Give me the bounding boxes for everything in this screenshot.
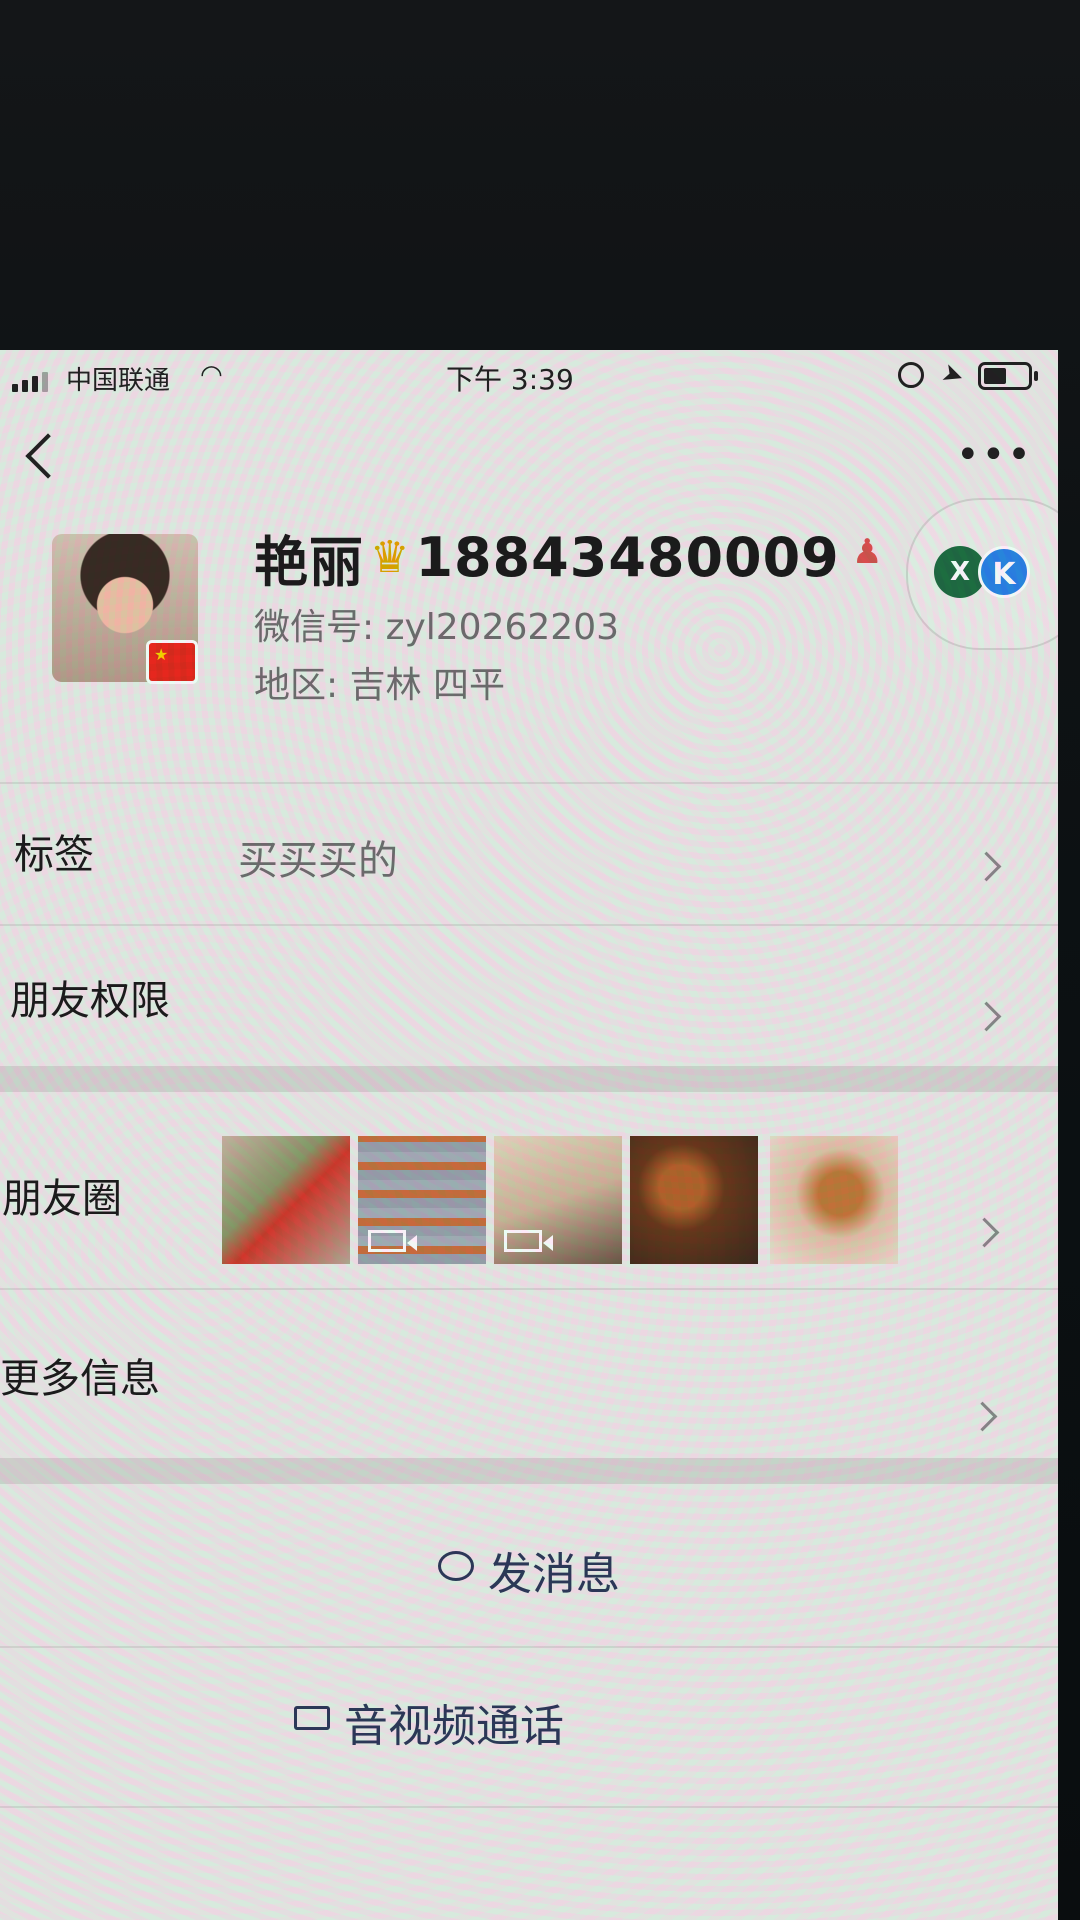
- china-flag-icon: ★: [146, 640, 198, 684]
- carrier-name: 中国联通: [66, 366, 171, 396]
- region: 地区: 吉林 四平: [254, 665, 506, 706]
- video-camera-icon: [504, 1230, 553, 1252]
- send-message-label: 发消息: [488, 1549, 620, 1600]
- profile-phone: 18843480009: [415, 526, 840, 589]
- divider: [0, 1646, 1058, 1648]
- moments-label: 朋友圈: [2, 1176, 122, 1222]
- person-icon: ♟: [852, 532, 883, 572]
- moments-thumb[interactable]: [358, 1136, 486, 1264]
- back-arrow-icon[interactable]: [25, 433, 71, 479]
- video-call-label: 音视频通话: [344, 1701, 564, 1752]
- wifi-icon: ◠: [200, 360, 223, 390]
- location-icon: ➤: [937, 357, 969, 393]
- divider: [0, 1806, 1058, 1808]
- video-camera-icon: [294, 1706, 330, 1730]
- chevron-right-icon: [971, 1001, 1002, 1032]
- video-call-button[interactable]: 音视频通话: [0, 1690, 958, 1754]
- divider: [0, 924, 1058, 926]
- wechat-id: 微信号: zyl20262203: [254, 607, 620, 648]
- section-gap: [0, 1066, 1058, 1092]
- tags-value: 买买买的: [238, 838, 398, 884]
- chevron-right-icon: [967, 1401, 998, 1432]
- send-message-button[interactable]: 发消息: [0, 1538, 1058, 1602]
- more-dots-icon[interactable]: •••: [956, 432, 1033, 478]
- permissions-label: 朋友权限: [10, 978, 170, 1024]
- profile-name: 艳丽: [254, 531, 364, 594]
- moments-thumb[interactable]: [494, 1136, 622, 1264]
- signal-icon: [12, 372, 48, 392]
- divider: [0, 1288, 1058, 1290]
- k-badge-icon[interactable]: K: [978, 546, 1030, 598]
- chat-bubble-icon: [438, 1551, 474, 1581]
- moments-thumb[interactable]: [222, 1136, 350, 1264]
- status-bar: 中国联通 ◠ 下午 3:39 ➤: [0, 350, 1058, 406]
- divider: [0, 782, 1058, 784]
- section-gap: [0, 1458, 1058, 1484]
- profile-name-row: 艳丽 ♛ 18843480009: [254, 518, 840, 597]
- rotation-lock-icon: [898, 362, 924, 388]
- chevron-right-icon: [971, 851, 1002, 882]
- video-camera-icon: [368, 1230, 417, 1252]
- contact-profile-screen: 中国联通 ◠ 下午 3:39 ➤ ••• ★ 艳丽 ♛ 18843480009 …: [0, 350, 1058, 1920]
- tags-label: 标签: [14, 832, 94, 878]
- battery-icon: [978, 362, 1038, 390]
- more-info-label: 更多信息: [0, 1356, 160, 1402]
- status-time: 下午 3:39: [446, 363, 574, 396]
- moments-thumb[interactable]: [770, 1136, 898, 1264]
- moments-thumb[interactable]: [630, 1136, 758, 1264]
- chevron-right-icon: [969, 1217, 1000, 1248]
- crown-icon: ♛: [370, 532, 410, 583]
